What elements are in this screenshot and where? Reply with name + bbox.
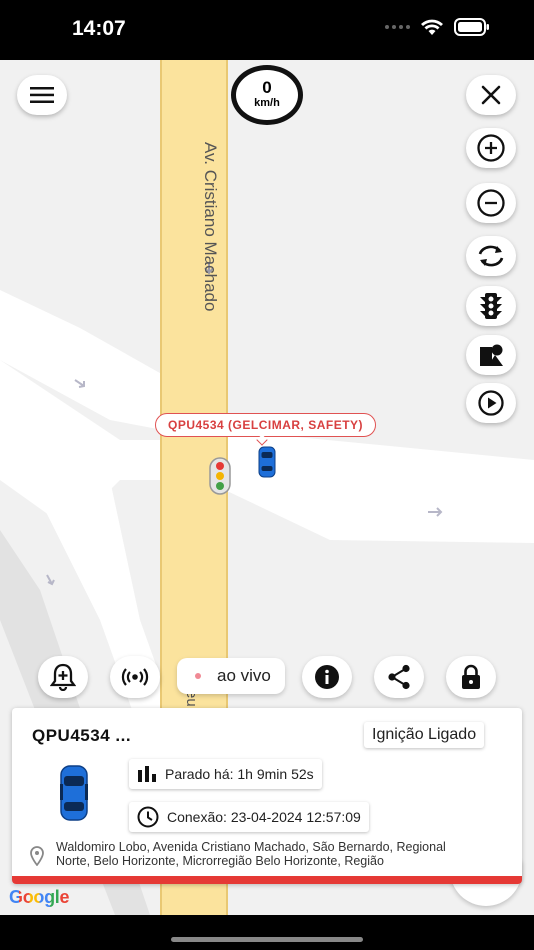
layers-button[interactable]	[466, 335, 516, 375]
zoom-out-button[interactable]	[466, 183, 516, 223]
traffic-light-marker	[209, 457, 231, 495]
wifi-icon	[421, 19, 443, 35]
lock-button[interactable]	[446, 656, 496, 698]
speed-value: 0	[262, 78, 272, 97]
signal-dots-icon	[385, 25, 410, 29]
address-line-1: Waldomiro Lobo, Avenida Cristiano Machad…	[56, 840, 446, 854]
bar-chart-icon	[138, 766, 156, 782]
vehicle-plate: QPU4534 ...	[32, 726, 132, 745]
broadcast-icon	[121, 668, 149, 686]
share-button[interactable]	[374, 656, 424, 698]
card-status-stripe	[12, 876, 522, 884]
connection-time-text: Conexão: 23-04-2024 12:57:09	[167, 809, 361, 825]
status-icons	[385, 18, 490, 36]
speed-unit: km/h	[254, 97, 280, 109]
share-icon	[388, 664, 410, 690]
street-name-label: Av. Cristiano Machado	[201, 142, 220, 312]
layers-icon	[480, 344, 503, 366]
zoom-out-icon	[477, 189, 505, 217]
play-icon	[478, 390, 504, 416]
google-logo-text: Google	[9, 887, 70, 907]
home-bar-area	[0, 915, 534, 950]
stopped-duration-text: Parado há: 1h 9min 52s	[165, 766, 314, 782]
add-alert-button[interactable]	[38, 656, 88, 698]
status-time: 14:07	[72, 17, 126, 40]
speed-indicator: 0 km/h	[231, 65, 303, 125]
vehicle-info-card[interactable]: QPU4534 ... Ignição Ligado Parado há: 1h…	[12, 708, 522, 884]
location-pin-icon	[30, 846, 44, 866]
bell-plus-icon	[50, 663, 76, 691]
clock-icon	[137, 806, 159, 828]
live-status-dot	[195, 673, 201, 679]
map-view[interactable]: Av. Cristiano Machado eu QPU4534 (GELCIM…	[0, 60, 534, 915]
info-button[interactable]	[302, 656, 352, 698]
close-icon	[481, 85, 501, 105]
live-label: ao vivo	[217, 666, 271, 685]
broadcast-button[interactable]	[110, 656, 160, 698]
vehicle-marker-icon[interactable]	[257, 446, 277, 478]
address-text: Waldomiro Lobo, Avenida Cristiano Machad…	[56, 840, 506, 868]
google-attribution: Google	[9, 887, 70, 908]
menu-button[interactable]	[17, 75, 67, 115]
status-bar: 14:07	[0, 0, 534, 60]
live-toggle[interactable]: ao vivo	[177, 658, 285, 694]
ignition-status-badge: Ignição Ligado	[364, 722, 485, 748]
close-button[interactable]	[466, 75, 516, 115]
lock-icon	[462, 664, 480, 689]
connection-time-chip: Conexão: 23-04-2024 12:57:09	[129, 802, 369, 832]
home-indicator[interactable]	[171, 937, 363, 942]
refresh-button[interactable]	[466, 236, 516, 276]
zoom-in-button[interactable]	[466, 128, 516, 168]
stopped-duration-chip: Parado há: 1h 9min 52s	[129, 759, 322, 789]
address-line-2: Norte, Belo Horizonte, Microrregião Belo…	[56, 854, 384, 868]
play-button[interactable]	[466, 383, 516, 423]
traffic-button[interactable]	[466, 286, 516, 326]
battery-icon	[454, 18, 489, 36]
car-icon	[60, 765, 88, 821]
menu-icon	[30, 87, 54, 103]
traffic-icon	[480, 293, 502, 319]
info-icon	[315, 665, 339, 689]
refresh-icon	[478, 245, 504, 267]
zoom-in-icon	[477, 134, 505, 162]
vehicle-label[interactable]: QPU4534 (GELCIMAR, SAFETY)	[155, 413, 377, 437]
